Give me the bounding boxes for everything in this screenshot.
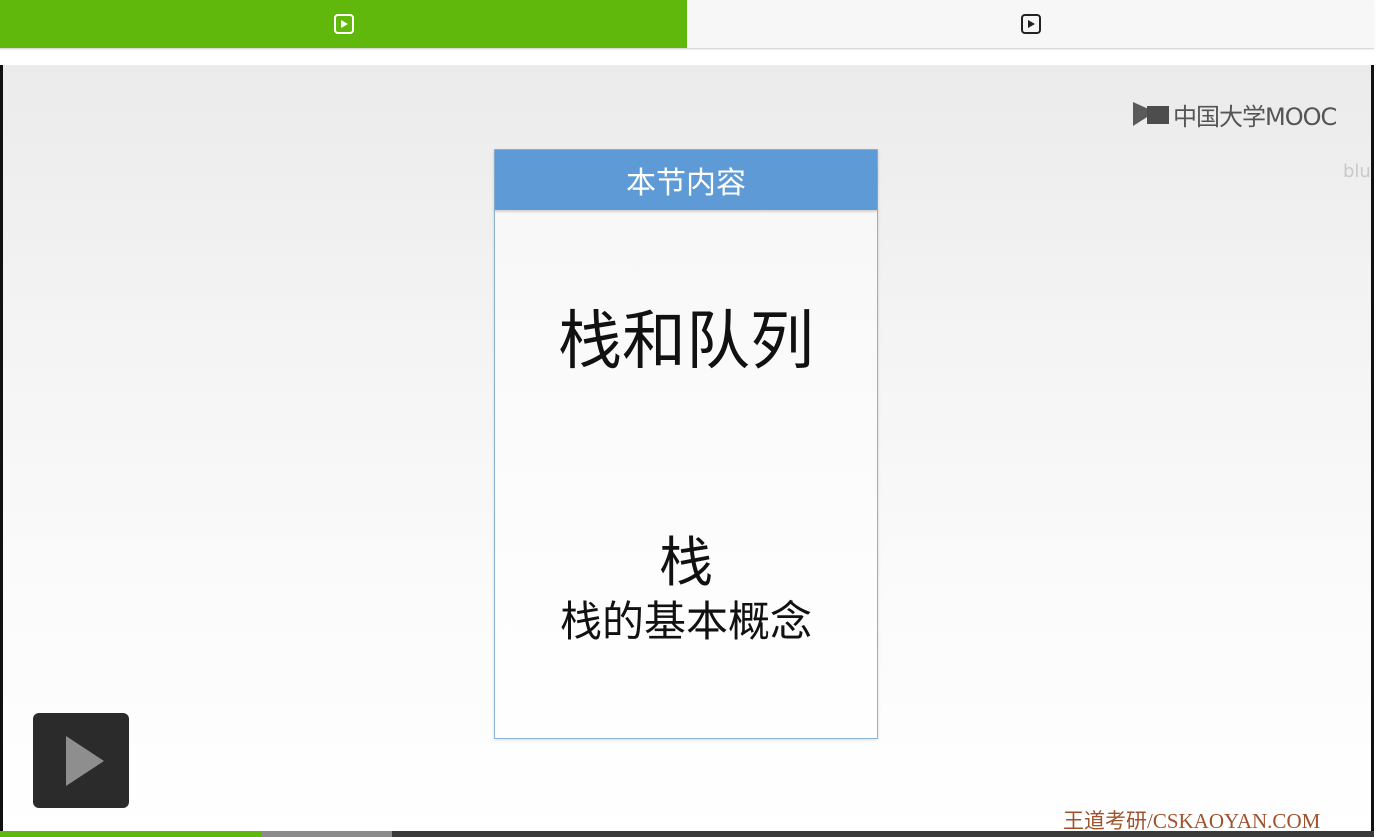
play-icon — [66, 735, 104, 786]
play-button[interactable] — [33, 713, 129, 808]
progress-bar[interactable] — [0, 831, 1374, 837]
mooc-logo: 中国大学MOOC — [1133, 97, 1337, 132]
overlay-text: blu — [1343, 161, 1371, 182]
slide-card: 本节内容 栈和队列 栈 栈的基本概念 — [494, 149, 878, 739]
tab-video-2[interactable] — [687, 0, 1374, 48]
logo-text: 中国大学MOOC — [1173, 103, 1337, 131]
slide-header: 本节内容 — [495, 150, 877, 210]
slide-title: 栈和队列 — [558, 305, 814, 379]
play-icon — [333, 14, 354, 34]
slide-subtitle-detail: 栈的基本概念 — [559, 597, 812, 646]
tab-video-1[interactable] — [0, 0, 687, 48]
progress-played — [0, 831, 262, 837]
slide-subtitle: 栈 — [659, 531, 713, 594]
tab-bar — [0, 0, 1374, 49]
mooc-logo-icon — [1133, 100, 1169, 130]
play-icon — [1020, 14, 1041, 34]
video-player[interactable]: 中国大学MOOC blu 本节内容 栈和队列 栈 栈的基本概念 王道考研/CSK… — [0, 65, 1374, 837]
